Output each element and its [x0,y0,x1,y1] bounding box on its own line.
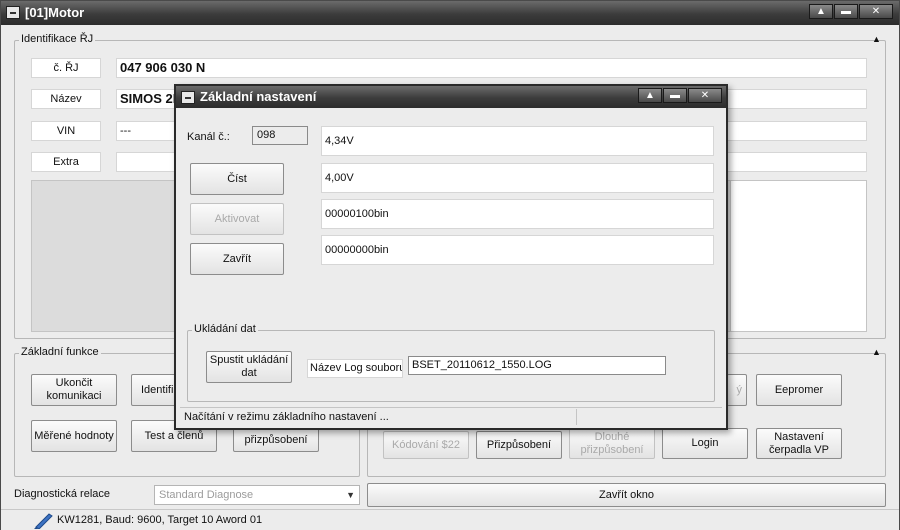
adaptation-button-left[interactable]: přizpůsobení [233,428,319,452]
adaptation-button[interactable]: Přizpůsobení [476,431,562,459]
dialog-close-button[interactable]: ✕ [688,88,722,103]
dialog-title: Základní nastavení [200,89,317,104]
connection-icon [34,513,53,529]
ecu-number-label: č. ŘJ [31,58,101,78]
dialog-titlebar[interactable]: Základní nastavení ▲ ▬ ✕ [176,86,726,108]
close-button[interactable]: ✕ [859,4,893,19]
measured-values-button[interactable]: Měřené hodnoty [31,420,117,452]
basic-settings-dialog: Základní nastavení ▲ ▬ ✕ Kanál č.: 098 Č… [174,84,728,430]
eeprom-button[interactable]: Eepromer [756,374,842,406]
dialog-close-action-button[interactable]: Zavřít [190,243,284,275]
dialog-status-bar: Načítání v režimu základního nastavení .… [180,407,722,426]
measured-value-4: 00000000bin [321,235,714,265]
diagnostic-session-label: Diagnostická relace [14,488,110,500]
system-menu-icon[interactable] [6,6,20,19]
main-titlebar[interactable]: [01]Motor ▲ ▬ ✕ [1,1,899,25]
close-window-button[interactable]: Zavřít okno [367,483,886,507]
status-text: KW1281, Baud: 9600, Target 10 Aword 01 [57,514,263,526]
collapse-up-icon-2[interactable]: ▲ [872,347,881,357]
identification-group-label: Identifikace ŘJ [19,33,96,45]
status-divider [576,409,577,425]
log-file-label: Název Log souboru [307,359,403,378]
status-bar: KW1281, Baud: 9600, Target 10 Aword 01 [1,509,899,530]
dialog-status-text: Načítání v režimu základního nastavení .… [184,411,389,423]
channel-label: Kanál č.: [187,131,230,143]
long-adaptation-button[interactable]: Dlouhé přizpůsobení [569,428,655,459]
collapse-up-icon[interactable]: ▲ [872,34,881,44]
hidden-function-button[interactable]: ý [727,374,747,406]
coding22-button[interactable]: Kódování $22 [383,431,469,459]
window-title: [01]Motor [25,5,85,20]
name-label: Název [31,89,101,109]
measured-value-3: 00000100bin [321,199,714,229]
extra-label: Extra [31,152,101,172]
restore-button[interactable]: ▬ [834,4,858,19]
data-saving-group-label: Ukládání dat [192,323,258,335]
dialog-restore-button[interactable]: ▬ [663,88,687,103]
vin-label: VIN [31,121,101,141]
minimize-button[interactable]: ▲ [809,4,833,19]
read-button[interactable]: Číst [190,163,284,195]
channel-input[interactable]: 098 [252,126,308,145]
dialog-minimize-button[interactable]: ▲ [638,88,662,103]
ecu-number-value: 047 906 030 N [116,58,867,78]
activate-button[interactable]: Aktivovat [190,203,284,235]
measured-value-1: 4,34V [321,126,714,156]
functions-group-label: Základní funkce [19,346,101,358]
log-file-input[interactable]: BSET_20110612_1550.LOG [408,356,666,375]
measured-value-2: 4,00V [321,163,714,193]
pump-setting-button[interactable]: Nastavení čerpadla VP [756,428,842,459]
login-button[interactable]: Login [662,428,748,459]
diagnostic-session-value: Standard Diagnose [159,489,254,501]
end-communication-button[interactable]: Ukončit komunikaci [31,374,117,406]
info-panel-right [730,181,866,331]
dialog-system-menu-icon[interactable] [181,91,195,104]
diagnostic-session-select[interactable]: Standard Diagnose ▼ [154,485,360,505]
chevron-down-icon[interactable]: ▼ [346,486,355,504]
start-saving-button[interactable]: Spustit ukládání dat [206,351,292,383]
